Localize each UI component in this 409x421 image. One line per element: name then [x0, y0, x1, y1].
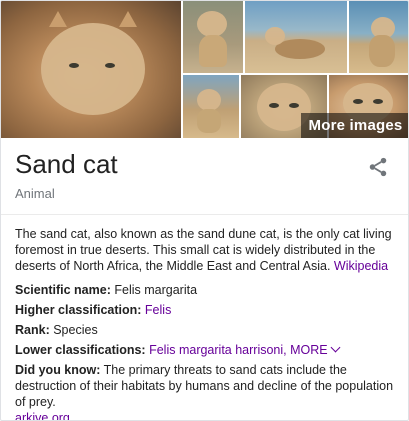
cat-body [275, 39, 325, 59]
more-images-button[interactable]: More images [301, 113, 408, 138]
fact-label: Lower classifications: [15, 343, 146, 357]
cat-body [199, 35, 227, 67]
cat-head [197, 89, 221, 111]
share-icon-graphic [369, 157, 387, 177]
gallery-image-main[interactable] [1, 1, 181, 138]
cat-body [369, 35, 395, 67]
cat-ear-right [119, 11, 137, 27]
higher-classification-link[interactable]: Felis [145, 303, 171, 317]
knowledge-panel: More images Sand cat Animal The sand cat… [0, 0, 409, 421]
fact-rank: Rank: Species [15, 322, 400, 338]
fact-lower-classifications: Lower classifications: Felis margarita h… [15, 342, 400, 358]
entity-title: Sand cat [15, 149, 118, 179]
cat-eye-left [353, 99, 363, 104]
fact-label: Did you know: [15, 363, 101, 377]
fact-did-you-know: Did you know: The primary threats to san… [15, 362, 400, 420]
gallery-image-2[interactable] [245, 1, 347, 73]
entity-subtitle: Animal [15, 186, 55, 201]
fact-higher-classification: Higher classification: Felis [15, 302, 400, 318]
wikipedia-link[interactable]: Wikipedia [334, 259, 388, 273]
gallery-image-4[interactable] [183, 75, 239, 138]
cat-head [41, 23, 145, 115]
description: The sand cat, also known as the sand dun… [15, 226, 400, 274]
gallery-image-3[interactable] [349, 1, 408, 73]
cat-eye-right [373, 99, 383, 104]
divider [1, 214, 408, 215]
share-icon[interactable] [367, 156, 389, 178]
fact-label: Rank: [15, 323, 50, 337]
more-classifications-button[interactable]: MORE [290, 343, 328, 357]
lower-classification-link[interactable]: Felis margarita harrisoni [149, 343, 283, 357]
image-gallery: More images [1, 1, 408, 138]
fact-value: Species [53, 323, 98, 337]
cat-head [197, 11, 227, 37]
fact-scientific-name: Scientific name: Felis margarita [15, 282, 400, 298]
fact-value: Felis margarita [114, 283, 198, 297]
cat-head [265, 27, 285, 45]
cat-eye-right [105, 63, 115, 68]
fact-label: Scientific name: [15, 283, 111, 297]
cat-eye-left [69, 63, 79, 68]
cat-body [197, 109, 221, 133]
arkive-link[interactable]: arkive.org [15, 411, 70, 420]
cat-eye-right [289, 103, 299, 108]
cat-eye-left [269, 103, 279, 108]
cat-ear-left [49, 11, 67, 27]
fact-label: Higher classification: [15, 303, 142, 317]
gallery-image-1[interactable] [183, 1, 243, 73]
chevron-down-icon[interactable] [330, 342, 341, 353]
